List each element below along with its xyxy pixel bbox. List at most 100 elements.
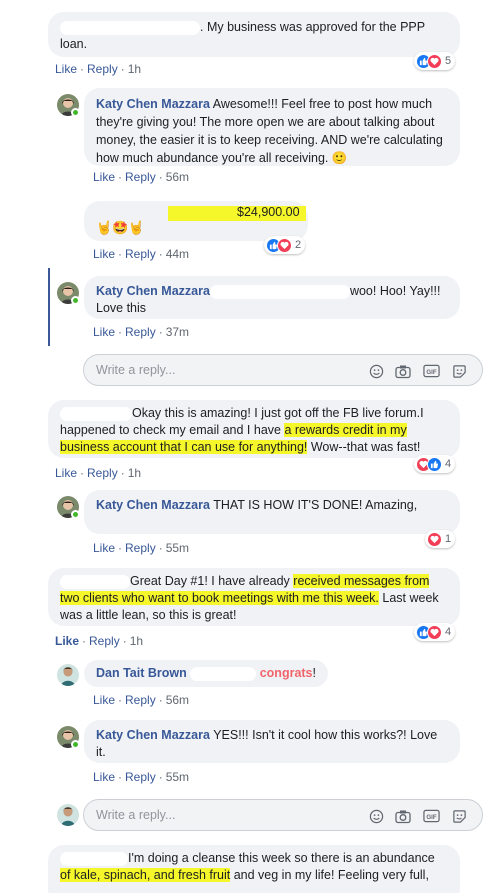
comment-actions: Like · Reply · 55m [93, 770, 190, 784]
reaction-count[interactable]: 1 [425, 530, 456, 548]
comment-bubble: $24,900.00 🤘🤩🤘 [84, 201, 308, 241]
redacted-name [60, 20, 200, 35]
reply-button[interactable]: Reply [125, 770, 156, 784]
comment-bubble: I'm doing a cleanse this week so there i… [48, 845, 460, 893]
redacted-text [209, 284, 350, 299]
reaction-total: 5 [445, 55, 452, 67]
comment-text: THAT IS HOW IT'S DONE! Amazing, [213, 498, 418, 512]
reply-input[interactable]: Write a reply... GIF [83, 799, 483, 831]
comment-bubble: Katy Chen Mazzara Awesome!!! Feel free t… [84, 88, 460, 166]
reply-button[interactable]: Reply [125, 247, 156, 261]
like-button[interactable]: Like [93, 325, 115, 339]
reaction-count[interactable]: 2 [264, 236, 306, 254]
emoji-text: 🤘🤩🤘 [96, 220, 145, 235]
author-name[interactable]: Katy Chen Mazzara [96, 284, 210, 298]
online-status-icon [71, 296, 80, 305]
gif-icon[interactable]: GIF [422, 362, 440, 380]
redacted-name [60, 406, 132, 421]
sticker-icon[interactable] [450, 362, 468, 380]
timestamp[interactable]: 37m [166, 325, 189, 339]
comment-text-end: and veg in my life! Feeling very full, [230, 868, 429, 882]
current-user-avatar [57, 804, 79, 826]
timestamp[interactable]: 1h [128, 466, 141, 480]
comment-text: ! [312, 666, 316, 680]
author-name[interactable]: Katy Chen Mazzara [96, 97, 210, 111]
like-button[interactable]: Like [55, 466, 77, 480]
comment-actions: Like · Reply · 56m [93, 170, 190, 184]
comment-bubble: Katy Chen Mazzara YES!!! Isn't it cool h… [84, 720, 460, 763]
comment-bubble: Great Day #1! I have already received me… [48, 568, 460, 626]
author-name[interactable]: Katy Chen Mazzara [96, 728, 210, 742]
comment-actions: Like · Reply · 1h [55, 62, 142, 76]
like-button[interactable]: Like [93, 541, 115, 555]
reply-button[interactable]: Reply [125, 170, 156, 184]
reaction-total: 4 [445, 626, 452, 638]
svg-text:GIF: GIF [426, 814, 436, 821]
comment-bubble: Dan Tait Brown congrats! [84, 660, 328, 687]
timestamp[interactable]: 1h [130, 634, 143, 648]
love-reaction-icon [427, 531, 442, 547]
highlighted-text: two clients who want to book meetings wi… [60, 591, 379, 605]
avatar[interactable] [57, 664, 79, 686]
reaction-total: 2 [295, 239, 302, 251]
timestamp[interactable]: 1h [128, 62, 141, 76]
reaction-total: 4 [445, 458, 452, 470]
comment-actions: Like · Reply · 1h [55, 466, 142, 480]
online-status-icon [71, 108, 80, 117]
highlighted-text: of kale, spinach, and fresh fruit [60, 868, 231, 882]
like-button[interactable]: Like [55, 62, 77, 76]
reply-input[interactable]: Write a reply... GIF [83, 354, 483, 386]
author-name[interactable]: Dan Tait Brown [96, 666, 187, 680]
comment-bubble: Katy Chen Mazzara woo! Hoo! Yay!!! Love t… [84, 276, 460, 319]
camera-icon[interactable] [394, 362, 412, 380]
reply-button[interactable]: Reply [87, 62, 118, 76]
gif-icon[interactable]: GIF [422, 807, 440, 825]
comment-actions: Like · Reply · 56m [93, 693, 190, 707]
focus-indicator [48, 268, 50, 346]
like-button[interactable]: Like [93, 170, 115, 184]
like-button-active[interactable]: Like [55, 634, 79, 648]
highlighted-text: received messages from [293, 574, 430, 588]
reply-placeholder: Write a reply... [96, 363, 176, 377]
timestamp[interactable]: 44m [166, 247, 189, 261]
camera-icon[interactable] [394, 807, 412, 825]
reply-button[interactable]: Reply [89, 634, 120, 648]
comment-text: Great Day #1! I have already [130, 574, 294, 588]
like-button[interactable]: Like [93, 247, 115, 261]
sticker-icon[interactable] [450, 807, 468, 825]
timestamp[interactable]: 55m [166, 541, 189, 555]
like-button[interactable]: Like [93, 770, 115, 784]
reaction-count[interactable]: 5 [414, 52, 456, 70]
timestamp[interactable]: 56m [166, 170, 189, 184]
reply-button[interactable]: Reply [125, 541, 156, 555]
congrats-text: congrats [259, 666, 313, 680]
timestamp[interactable]: 56m [166, 693, 189, 707]
comment-text-end: Wow--that was fast! [307, 440, 421, 454]
comment-actions: Like · Reply · 37m [93, 325, 190, 339]
amount-text: $24,900.00 [237, 205, 300, 219]
redacted-name [60, 574, 130, 589]
timestamp[interactable]: 55m [166, 770, 189, 784]
emoji-icon[interactable] [367, 362, 385, 380]
comment-text: I'm doing a cleanse this week so there i… [128, 851, 435, 865]
love-reaction-icon [277, 237, 292, 253]
emoji-icon[interactable] [367, 807, 385, 825]
reply-button[interactable]: Reply [87, 466, 118, 480]
comment-bubble: . My business was approved for the PPP l… [48, 12, 460, 57]
like-reaction-icon [427, 456, 442, 472]
author-name[interactable]: Katy Chen Mazzara [96, 498, 210, 512]
comment-actions: Like · Reply · 55m [93, 541, 190, 555]
love-reaction-icon [427, 624, 442, 640]
reaction-count[interactable]: 4 [414, 455, 456, 473]
like-button[interactable]: Like [93, 693, 115, 707]
comment-bubble: Okay this is amazing! I just got off the… [48, 400, 460, 458]
reply-button[interactable]: Reply [125, 325, 156, 339]
reaction-count[interactable]: 4 [414, 623, 456, 641]
svg-text:GIF: GIF [426, 369, 436, 376]
redacted-text [190, 666, 257, 681]
online-status-icon [71, 740, 80, 749]
comment-actions: Like · Reply · 1h [55, 634, 144, 648]
online-status-icon [71, 510, 80, 519]
reply-button[interactable]: Reply [125, 693, 156, 707]
reply-placeholder: Write a reply... [96, 808, 176, 822]
